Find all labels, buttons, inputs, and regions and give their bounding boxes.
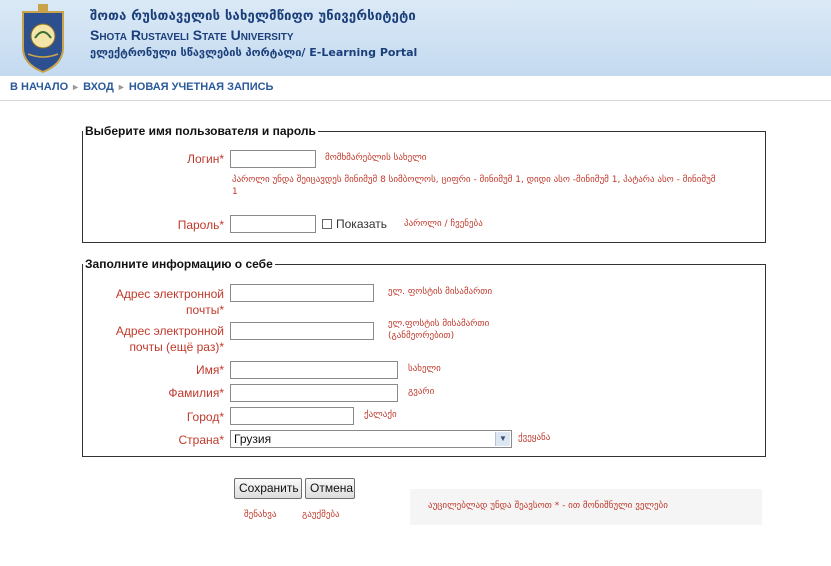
firstname-hint: სახელი xyxy=(408,364,441,374)
country-selected-value: Грузия xyxy=(234,432,272,446)
breadcrumb-home-link[interactable]: В НАЧАЛО xyxy=(10,81,68,93)
breadcrumb-separator-icon: ► xyxy=(116,82,126,92)
cancel-hint: გაუქმება xyxy=(302,510,340,520)
university-crest-icon xyxy=(22,4,64,74)
country-select[interactable]: Грузия ▼ xyxy=(230,430,512,448)
firstname-input[interactable] xyxy=(230,361,398,379)
breadcrumb-separator-icon: ► xyxy=(71,82,81,92)
firstname-label: Имя* xyxy=(195,363,224,377)
email-hint: ელ. ფოსტის მისამართი xyxy=(388,287,493,297)
site-header: შოთა რუსთაველის სახელმწიფო უნივერსიტეტი … xyxy=(0,0,831,76)
email-input[interactable] xyxy=(230,284,374,302)
cancel-button[interactable]: Отмена xyxy=(305,478,355,499)
lastname-label: Фамилия* xyxy=(168,386,224,400)
email-repeat-input[interactable] xyxy=(230,322,374,340)
required-fields-note: აუცილებლად უნდა შეავსოთ * - ით მონიშნული… xyxy=(410,489,762,525)
portal-subtitle: ელექტრონული სწავლების პორტალი/ E-Learnin… xyxy=(90,46,418,59)
email-label: Адрес электронной почты* xyxy=(115,287,224,317)
login-legend: Выберите имя пользователя и пароль xyxy=(83,124,318,138)
required-fields-text: აუცილებლად უნდა შეავსოთ * - ით მონიშნული… xyxy=(428,501,668,511)
password-hint: პაროლი / ჩვენება xyxy=(404,219,483,229)
password-label: Пароль* xyxy=(177,218,224,232)
email-repeat-label: Адрес электронной почты (ещё раз)* xyxy=(115,324,224,354)
breadcrumb-divider xyxy=(0,100,831,101)
university-name-english: Shota Rustaveli State University xyxy=(90,27,294,43)
chevron-down-icon[interactable]: ▼ xyxy=(495,432,510,446)
country-label: Страна* xyxy=(178,433,224,447)
save-hint: შენახვა xyxy=(244,510,277,520)
password-input[interactable] xyxy=(230,215,316,233)
save-button[interactable]: Сохранить xyxy=(234,478,302,499)
breadcrumb-login-link[interactable]: ВХОД xyxy=(83,81,114,93)
profile-legend: Заполните информацию о себе xyxy=(83,257,275,271)
username-label: Логин* xyxy=(187,152,224,166)
email-repeat-hint: ელ.ფოსტის მისამართი (განმეორებით) xyxy=(388,319,490,341)
breadcrumb: В НАЧАЛО ► ВХОД ► НОВАЯ УЧЕТНАЯ ЗАПИСЬ xyxy=(10,81,273,93)
password-rule-hint: პაროლი უნდა შეიცავდეს მინიმუმ 8 სიმბოლოს… xyxy=(232,175,716,197)
city-hint: ქალაქი xyxy=(364,410,397,420)
country-hint: ქვეყანა xyxy=(518,433,551,443)
username-input[interactable] xyxy=(230,150,316,168)
username-hint: მომხმარებლის სახელი xyxy=(325,153,427,163)
lastname-input[interactable] xyxy=(230,384,398,402)
university-name-georgian: შოთა რუსთაველის სახელმწიფო უნივერსიტეტი xyxy=(90,9,416,24)
show-password-checkbox[interactable] xyxy=(322,219,332,229)
lastname-hint: გვარი xyxy=(408,387,435,397)
show-password-label: Показать xyxy=(336,217,388,231)
breadcrumb-current: НОВАЯ УЧЕТНАЯ ЗАПИСЬ xyxy=(128,81,274,93)
city-input[interactable] xyxy=(230,407,354,425)
city-label: Город* xyxy=(186,410,224,424)
